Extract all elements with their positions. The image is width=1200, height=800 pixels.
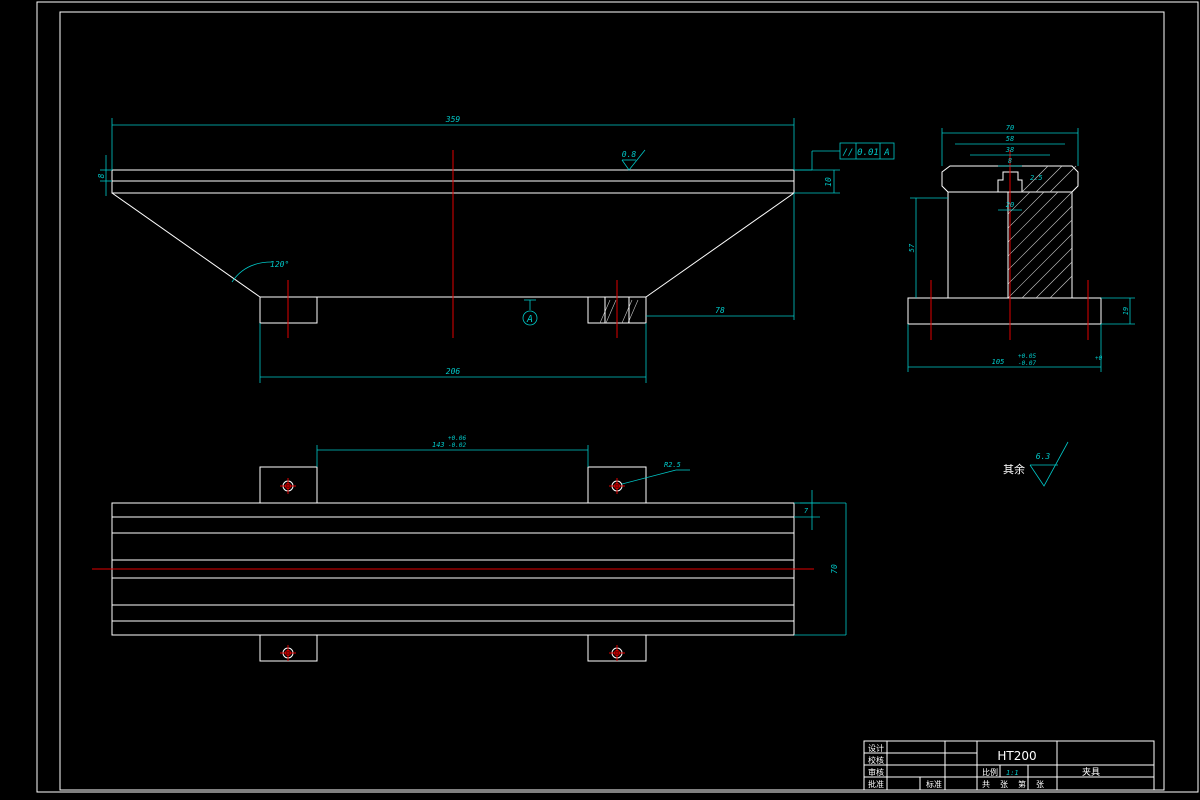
roughness-symbol-rest bbox=[1029, 441, 1069, 487]
dim-side-20: 20 bbox=[1006, 201, 1014, 209]
front-left-slope bbox=[111, 192, 261, 298]
dim-side-105: 105 bbox=[992, 358, 1005, 366]
front-view: A 359 8 10 0.8 // 0.01 A 120° 78 206 bbox=[97, 115, 895, 383]
tb-label-review: 审核 bbox=[868, 767, 884, 777]
dim-side-105-upper: +0.05 bbox=[1018, 353, 1036, 360]
title-block: 设计 校核 审核 批准 标准 HT200 比例 1:1 夹具 共 张 第 张 bbox=[863, 740, 1155, 791]
dim-plan-r25: R2.5 bbox=[664, 461, 681, 469]
dim-side-19: 19 bbox=[1122, 307, 1130, 315]
dim-plan-7: 7 bbox=[804, 507, 809, 515]
dim-plan-tol-upper: +0.06 bbox=[448, 435, 466, 442]
side-view: 70 58 38 8 2.5 20 57 19 105 +0.05 -0.07 … bbox=[907, 124, 1135, 372]
dim-plan-tol-lower: -0.02 bbox=[448, 442, 466, 449]
roughness-note: 其余 6.3 bbox=[1003, 441, 1069, 487]
tb-material: HT200 bbox=[997, 749, 1036, 763]
tb-standard: 标准 bbox=[926, 779, 942, 789]
dim-side-58: 58 bbox=[1006, 135, 1014, 143]
roughness-top-value: 0.8 bbox=[622, 150, 637, 159]
dim-plan-143: 143 bbox=[432, 441, 445, 449]
dim-side-105-lower: -0.07 bbox=[1018, 360, 1036, 367]
datum-a-label: A bbox=[526, 314, 533, 325]
rest-label: 其余 bbox=[1003, 462, 1025, 476]
drawing-sheet: A 359 8 10 0.8 // 0.01 A 120° 78 206 70 … bbox=[36, 1, 1199, 793]
dim-angle: 120° bbox=[270, 260, 289, 269]
parallelism-datum: A bbox=[883, 148, 889, 158]
dim-side-chamfer: 2.5 bbox=[1030, 174, 1043, 182]
dim-side-zero: +0 bbox=[1095, 355, 1103, 362]
dim-206: 206 bbox=[446, 367, 461, 376]
tb-part-name: 夹具 bbox=[1082, 766, 1100, 778]
side-hatch bbox=[1007, 165, 1077, 299]
parallelism-value: 0.01 bbox=[857, 148, 879, 158]
tb-label-check: 校核 bbox=[868, 755, 884, 765]
roughness-rest-value: 6.3 bbox=[1036, 452, 1051, 461]
dim-10: 10 bbox=[824, 177, 833, 187]
tb-footer-0: 共 bbox=[982, 780, 990, 789]
inner-frame bbox=[59, 11, 1165, 791]
tb-footer-1: 张 bbox=[1000, 780, 1008, 789]
plan-view: 143 +0.06 -0.02 R2.5 7 70 bbox=[92, 435, 847, 662]
dim-8: 8 bbox=[97, 173, 106, 178]
dim-78: 78 bbox=[715, 306, 725, 315]
outer-border bbox=[36, 1, 1199, 793]
dim-side-38: 38 bbox=[1005, 146, 1014, 154]
parallelism-symbol: // bbox=[843, 148, 854, 158]
tb-ratio-label: 比例 bbox=[982, 767, 998, 777]
dim-side-70: 70 bbox=[1006, 124, 1014, 132]
dim-359: 359 bbox=[445, 115, 461, 124]
dim-plan-70: 70 bbox=[830, 564, 839, 574]
front-foot-hatch bbox=[599, 299, 639, 324]
dim-side-57: 57 bbox=[908, 243, 916, 252]
tb-footer-3: 张 bbox=[1036, 780, 1044, 789]
tb-label-approve: 批准 bbox=[868, 779, 884, 789]
tb-ratio-value: 1:1 bbox=[1006, 769, 1019, 777]
dim-side-8: 8 bbox=[1008, 157, 1012, 165]
angle-arc bbox=[231, 261, 273, 283]
tb-label-design: 设计 bbox=[868, 743, 884, 753]
front-right-slope bbox=[645, 192, 795, 298]
side-base bbox=[907, 297, 1102, 325]
tb-footer-2: 第 bbox=[1018, 779, 1026, 789]
